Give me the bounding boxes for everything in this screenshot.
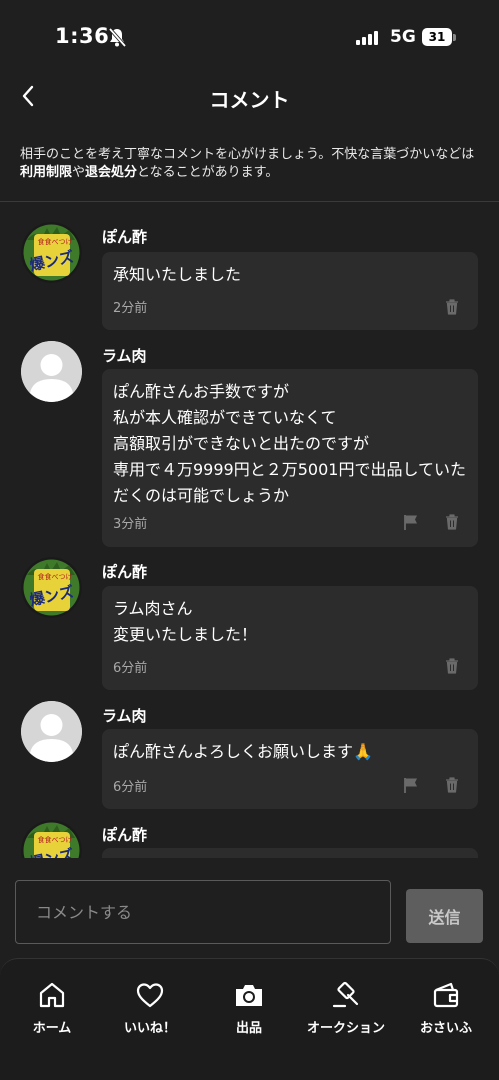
flag-icon[interactable] [402, 776, 420, 794]
avatar[interactable]: 食食べつけ爆ンズ [21, 820, 82, 858]
usage-restriction-text: 利用制限 [20, 165, 73, 180]
page-title: コメント [209, 88, 290, 112]
tab-likes[interactable]: いいね！ [100, 981, 200, 1036]
trash-icon[interactable] [443, 776, 461, 794]
comment-time: 6分前 [113, 661, 148, 676]
comment-item: ラム肉 ぽん酢さんお手数ですが 私が本人確認ができていなくて 高額取引ができない… [0, 339, 499, 549]
tab-sell[interactable]: 出品 [199, 981, 299, 1036]
svg-text:食食べつけ: 食食べつけ [38, 835, 73, 844]
comment-item: 食食べつけ爆ンズ ぽん酢 [0, 818, 499, 858]
wallet-icon [433, 982, 459, 1008]
bell-off-icon [108, 27, 126, 47]
flag-icon[interactable] [402, 513, 420, 531]
comment-text: 承知いたしました [113, 265, 242, 284]
comment-item: ラム肉 ぽん酢さんよろしくお願いします🙏 6分前 [0, 699, 499, 811]
send-button[interactable]: 送信 [406, 889, 483, 943]
comment-text: ぽん酢さんお手数ですが 私が本人確認ができていなくて 高額取引ができないと出たの… [113, 382, 466, 505]
withdrawal-text: 退会処分 [85, 165, 138, 180]
avatar-image: 食食べつけ爆ンズ [21, 557, 82, 618]
tab-auction[interactable]: オークション [296, 981, 396, 1036]
comment-time: 2分前 [113, 301, 148, 316]
comment-bubble: ぽん酢さんよろしくお願いします🙏 6分前 [102, 729, 478, 809]
status-time: 1:36 [55, 24, 110, 48]
avatar-image: 食食べつけ爆ンズ [21, 222, 82, 283]
trash-icon[interactable] [443, 298, 461, 316]
bottom-tab-bar: ホーム いいね！ 出品 オークション おさいふ [0, 958, 499, 1080]
comment-list[interactable]: 食食べつけ 爆ンズ ぽん酢 承知いたしました 2分前 ラム肉 ぽん酢さんお手数です… [0, 202, 499, 858]
status-bar: 1:36 5G 31 [0, 0, 499, 70]
tab-home[interactable]: ホーム [2, 981, 102, 1036]
battery-cap [453, 34, 456, 41]
tab-label: ホーム [32, 1021, 72, 1036]
svg-text:食食べつけ: 食食べつけ [38, 237, 73, 246]
tab-label: いいね！ [123, 1021, 176, 1036]
comment-text: ぽん酢さんよろしくお願いします🙏 [113, 742, 373, 761]
heart-icon [136, 983, 164, 1008]
comment-item: 食食べつけ 爆ンズ ぽん酢 承知いたしました 2分前 [0, 220, 499, 332]
battery-icon: 31 [422, 28, 452, 46]
default-avatar-icon [21, 701, 82, 762]
camera-icon [236, 985, 262, 1006]
comment-user-name[interactable]: ラム肉 [102, 705, 147, 726]
tab-wallet[interactable]: おさいふ [396, 981, 496, 1036]
avatar[interactable]: 食食べつけ爆ンズ [21, 222, 82, 283]
network-type: 5G [390, 27, 416, 47]
trash-icon[interactable] [443, 513, 461, 531]
notice-text-3: となることがあります。 [137, 165, 279, 180]
avatar[interactable] [21, 341, 82, 402]
avatar[interactable]: 食食べつけ爆ンズ [21, 557, 82, 618]
comment-user-name[interactable]: ぽん酢 [102, 226, 147, 247]
comment-user-name[interactable]: ラム肉 [102, 345, 147, 366]
comment-input[interactable] [15, 880, 391, 944]
trash-icon[interactable] [443, 657, 461, 675]
tab-label: オークション [306, 1021, 385, 1036]
comment-input-bar: 送信 [0, 858, 499, 958]
notice-text-2: や [72, 165, 86, 180]
signal-icon [356, 30, 378, 45]
avatar-image: 食食べつけ爆ンズ [21, 820, 82, 858]
comment-bubble: ぽん酢さんお手数ですが 私が本人確認ができていなくて 高額取引ができないと出たの… [102, 369, 478, 547]
comment-user-name[interactable]: ぽん酢 [102, 824, 147, 845]
home-icon [39, 982, 65, 1008]
tab-label: おさいふ [419, 1021, 472, 1036]
comment-text: ラム肉さん 変更いたしました！ [113, 599, 258, 644]
notice-text-1: 相手のことを考え丁寧なコメントを心がけましょう。不快な言葉づかいなどは [20, 147, 475, 162]
comment-item: 食食べつけ 爆ンズ ぽん酢 ラム肉さん 変更いたしました！ 6分前 [0, 555, 499, 695]
comment-bubble: ラム肉さん 変更いたしました！ 6分前 [102, 586, 478, 690]
default-avatar-icon [21, 341, 82, 402]
tab-label: 出品 [235, 1021, 262, 1036]
svg-text:食食べつけ: 食食べつけ [38, 572, 73, 581]
comment-time: 6分前 [113, 780, 148, 795]
avatar[interactable] [21, 701, 82, 762]
nav-bar: コメント [0, 70, 499, 126]
comment-time: 3分前 [113, 517, 148, 532]
comment-bubble: 承知いたしました 2分前 [102, 252, 478, 330]
comment-bubble [102, 848, 478, 858]
gavel-icon [332, 981, 359, 1008]
comment-user-name[interactable]: ぽん酢 [102, 561, 147, 582]
comment-guidelines-notice: 相手のことを考え丁寧なコメントを心がけましょう。不快な言葉づかいなどは利用制限や… [20, 146, 485, 182]
